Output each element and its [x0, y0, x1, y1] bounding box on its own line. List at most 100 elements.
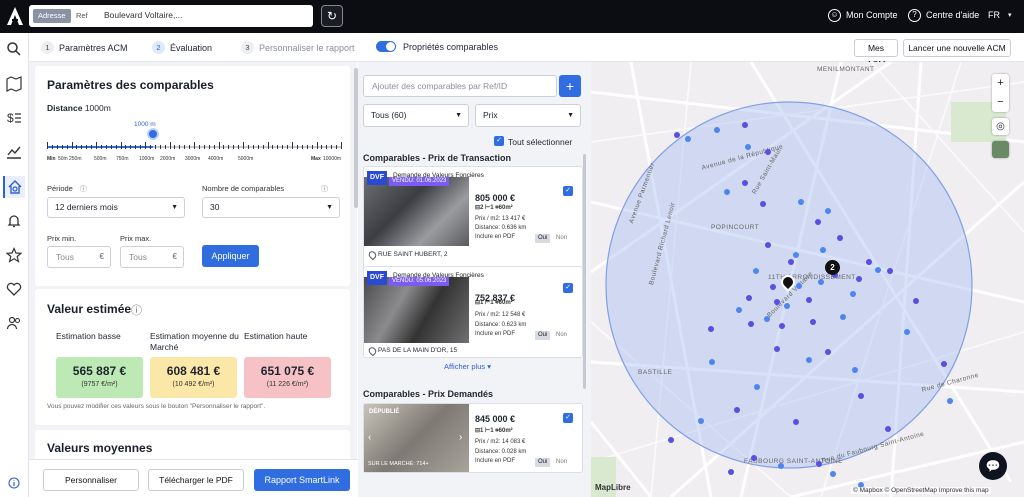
list-scrollbar[interactable]: [583, 154, 586, 389]
comparable-marker[interactable]: [698, 418, 704, 424]
help-link[interactable]: Centre d'aide: [926, 10, 979, 20]
language-selector[interactable]: FR: [988, 10, 1000, 20]
comparable-marker[interactable]: [784, 303, 790, 309]
comparable-marker[interactable]: [668, 437, 674, 443]
info-icon[interactable]: ⓘ: [131, 302, 142, 318]
address-search-box[interactable]: Adresse Ref Boulevard Voltaire,...: [29, 5, 313, 27]
comparable-marker[interactable]: [751, 455, 757, 461]
comparable-marker[interactable]: [764, 316, 770, 322]
include-pdf-no[interactable]: Non: [553, 234, 570, 243]
comparable-marker[interactable]: [818, 279, 824, 285]
sidebar-item-favorites[interactable]: [3, 244, 25, 266]
sort-select[interactable]: Prix ▼: [475, 104, 581, 127]
smartlink-report-button[interactable]: Rapport SmartLink: [254, 469, 350, 491]
chat-button[interactable]: 💬: [979, 452, 1007, 480]
comparables-toggle[interactable]: [376, 41, 396, 52]
my-acm-button[interactable]: Mes ACM: [854, 39, 898, 69]
zoom-in-button[interactable]: +: [992, 74, 1009, 93]
comparable-marker[interactable]: [798, 199, 804, 205]
apply-button[interactable]: Appliquer: [202, 245, 259, 267]
photo-prev-icon[interactable]: ‹: [368, 432, 371, 443]
comparable-checkbox[interactable]: ✓: [563, 283, 573, 293]
add-button[interactable]: +: [559, 75, 581, 97]
sidebar-item-info[interactable]: [3, 472, 25, 494]
comparable-card[interactable]: DVF VENDU: 01.06.2023 Demande de Valeurs…: [363, 166, 583, 278]
comparable-marker[interactable]: [830, 471, 836, 477]
sidebar-item-acm[interactable]: [3, 176, 25, 198]
info-icon[interactable]: ⓘ: [80, 184, 87, 194]
comparable-marker[interactable]: [913, 298, 919, 304]
map-attribution[interactable]: © Mapbox © OpenStreetMap Improve this ma…: [851, 487, 991, 494]
comparable-marker[interactable]: [947, 398, 953, 404]
comparable-marker[interactable]: [685, 136, 691, 142]
comparable-marker[interactable]: [728, 469, 734, 475]
comparable-marker[interactable]: [788, 259, 794, 265]
comparable-marker[interactable]: [837, 235, 843, 241]
comparable-marker[interactable]: [746, 295, 752, 301]
comparable-marker[interactable]: [708, 326, 714, 332]
comparable-marker[interactable]: [852, 367, 858, 373]
comparable-marker[interactable]: [724, 189, 730, 195]
comparable-marker[interactable]: [754, 384, 760, 390]
comparable-checkbox[interactable]: ✓: [563, 186, 573, 196]
zoom-out-button[interactable]: −: [992, 93, 1009, 112]
customize-button[interactable]: Personnaliser: [43, 469, 139, 491]
sidebar-item-search[interactable]: [3, 38, 25, 60]
filter-select[interactable]: Tous (60) ▼: [363, 104, 469, 127]
include-pdf-no[interactable]: Non: [553, 331, 570, 340]
new-acm-button[interactable]: Lancer une nouvelle ACM: [903, 39, 1011, 57]
comparable-marker[interactable]: [793, 419, 799, 425]
comparable-marker[interactable]: [866, 259, 872, 265]
comparable-marker[interactable]: [825, 349, 831, 355]
step-evaluation[interactable]: 2 Évaluation: [152, 41, 212, 54]
comparable-marker[interactable]: [709, 359, 715, 365]
comparable-marker[interactable]: [760, 201, 766, 207]
comparable-marker[interactable]: [778, 463, 784, 469]
photo-next-icon[interactable]: ›: [459, 432, 462, 443]
low-estimate-box[interactable]: 565 887 € (9757 €/m²): [56, 357, 143, 398]
comparable-marker[interactable]: [748, 321, 754, 327]
comparable-marker[interactable]: [796, 283, 802, 289]
mid-estimate-box[interactable]: 608 481 € (10 492 €/m²): [150, 357, 237, 398]
comparable-marker[interactable]: [810, 319, 816, 325]
step-parameters[interactable]: 1 Paramètres ACM: [41, 41, 128, 54]
cluster-marker[interactable]: 2: [825, 260, 840, 275]
comparable-marker[interactable]: [820, 247, 826, 253]
comparable-marker[interactable]: [714, 127, 720, 133]
count-select[interactable]: 30 ▼: [202, 197, 340, 218]
search-tab-address[interactable]: Adresse: [33, 9, 71, 23]
price-min-input[interactable]: Tous €: [47, 246, 111, 268]
comparable-marker[interactable]: [856, 276, 862, 282]
comparable-marker[interactable]: [742, 122, 748, 128]
comparable-marker[interactable]: [745, 144, 751, 150]
comparable-marker[interactable]: [765, 242, 771, 248]
comparable-marker[interactable]: [734, 407, 740, 413]
show-more-link[interactable]: Afficher plus ▾: [444, 362, 491, 371]
period-select[interactable]: 12 derniers mois ▼: [47, 197, 185, 218]
sidebar-item-stats[interactable]: [3, 141, 25, 163]
include-pdf-yes[interactable]: Oui: [535, 331, 551, 340]
comparable-marker[interactable]: [850, 291, 856, 297]
comparable-marker[interactable]: [770, 284, 776, 290]
info-icon[interactable]: ⓘ: [321, 184, 328, 194]
comparable-marker[interactable]: [904, 329, 910, 335]
comparable-checkbox[interactable]: ✓: [563, 413, 573, 423]
account-link[interactable]: Mon Compte: [846, 10, 898, 20]
search-tab-ref[interactable]: Ref: [71, 9, 93, 23]
price-max-input[interactable]: Tous €: [120, 246, 184, 268]
slider-thumb[interactable]: [146, 128, 159, 140]
step-customize[interactable]: 3 Personnaliser le rapport: [241, 41, 355, 54]
comparable-marker[interactable]: [815, 219, 821, 225]
comparable-marker[interactable]: [806, 297, 812, 303]
comparable-card[interactable]: DÉPUBLIÉ ‹ › SUR LE MARCHÉ: 714+ 845 000…: [363, 403, 583, 473]
comparable-marker[interactable]: [825, 208, 831, 214]
comparable-card[interactable]: DVF VENDU: 05.06.2023 Demande de Valeurs…: [363, 266, 583, 358]
locate-button[interactable]: ◎: [992, 118, 1009, 135]
comparable-marker[interactable]: [875, 267, 881, 273]
high-estimate-box[interactable]: 651 075 € (11 226 €/m²): [244, 357, 331, 398]
comparable-marker[interactable]: [840, 314, 846, 320]
refresh-button[interactable]: ↻: [321, 5, 343, 27]
sidebar-item-team[interactable]: [3, 312, 25, 334]
comparable-marker[interactable]: [742, 180, 748, 186]
map-view[interactable]: MENILMONTANT Avenue de la République POPIN…: [591, 62, 1024, 497]
